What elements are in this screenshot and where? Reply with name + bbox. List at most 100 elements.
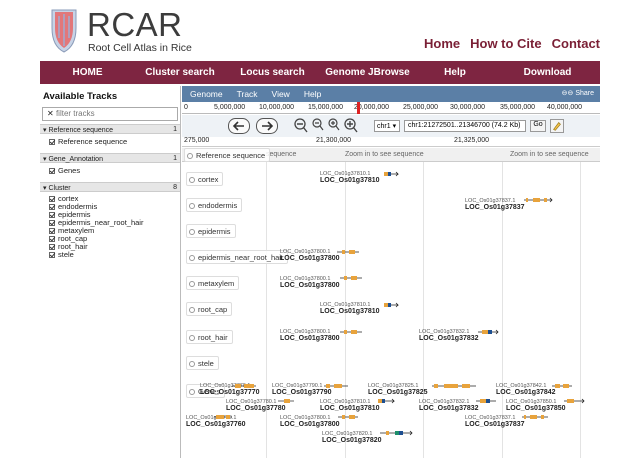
browser-menubar: Genome Track View Help ⊖⊖ Share [182, 86, 600, 102]
gene-feature[interactable]: LOC_Os01g37832.1 LOC_Os01g37832 [419, 329, 479, 343]
checkbox-icon[interactable] [49, 252, 55, 258]
track-label-endodermis[interactable]: endodermis [186, 198, 243, 212]
gene-glyph[interactable] [340, 275, 364, 281]
category-gene-annotation[interactable]: ▾ Gene_Annotation 1 [40, 153, 180, 163]
gene-glyph[interactable] [337, 249, 361, 255]
gene-feature[interactable]: LOC_Os01g37780.1 LOC_Os01g37780 [226, 399, 286, 413]
zoom-message: Zoom in to see sequence [345, 151, 424, 158]
track-option-genes[interactable]: Genes [40, 167, 180, 175]
gene-glyph[interactable] [476, 398, 498, 404]
overview-tick: 0 [184, 104, 188, 111]
checkbox-icon[interactable] [49, 168, 55, 174]
overview-tick: 30,000,000 [450, 104, 486, 111]
gene-feature[interactable]: LOC_Os01g37800.1 LOC_Os01g37800 [280, 329, 340, 343]
main-nav: HOME Cluster search Locus search Genome … [40, 61, 600, 84]
category-reference-sequence[interactable]: ▾ Reference sequence 1 [40, 124, 180, 134]
menu-help[interactable]: Help [304, 89, 321, 99]
menu-track[interactable]: Track [237, 89, 258, 99]
zoom-in-large-icon[interactable] [344, 118, 358, 134]
track-option-reference-sequence[interactable]: Reference sequence [40, 138, 180, 146]
how-to-cite-link[interactable]: How to Cite [470, 36, 542, 51]
zoom-out-large-icon[interactable] [294, 118, 308, 134]
checkbox-icon[interactable] [49, 196, 55, 202]
checkbox-icon[interactable] [49, 139, 55, 145]
checkbox-icon[interactable] [49, 236, 55, 242]
gene-feature[interactable]: LOC_Os01g37820.1 LOC_Os01g37820 [322, 431, 382, 445]
gene-glyph[interactable] [380, 430, 414, 436]
overview-tick: 40,000,000 [547, 104, 583, 111]
track-label-root-cap[interactable]: root_cap [186, 302, 233, 316]
zoom-message: sequence [266, 151, 297, 158]
pan-left-icon[interactable] [228, 118, 250, 134]
gene-feature[interactable]: LOC_Os01g37842.1 LOC_Os01g37842 [496, 383, 556, 397]
chromosome-select[interactable]: chr1 ▾ [374, 120, 400, 132]
track-label-epidermis[interactable]: epidermis [186, 224, 236, 238]
gene-feature[interactable]: LOC_Os01g37800.1 LOC_Os01g37800 [280, 249, 340, 263]
contact-link[interactable]: Contact [552, 36, 600, 51]
gene-glyph[interactable] [324, 383, 350, 389]
gene-glyph[interactable] [432, 383, 478, 389]
nav-locus-search[interactable]: Locus search [225, 67, 320, 78]
checkbox-icon[interactable] [49, 220, 55, 226]
chevron-down-icon: ▾ [392, 123, 397, 130]
gene-feature[interactable]: LOC_Os01g37832.1 LOC_Os01g37832 [419, 399, 479, 413]
gene-glyph[interactable] [214, 414, 234, 420]
zoom-in-icon[interactable] [328, 118, 340, 132]
track-label-cortex[interactable]: cortex [186, 172, 224, 186]
track-label-root-hair[interactable]: root_hair [186, 330, 233, 344]
reference-sequence-track: sequence Zoom in to see sequence Zoom in… [182, 148, 600, 162]
gene-feature[interactable]: LOC_Os01g37810.1 LOC_Os01g37810 [320, 399, 380, 413]
overview-scale[interactable]: 0 5,000,000 10,000,000 15,000,000 20,000… [182, 102, 600, 114]
overview-tick: 35,000,000 [500, 104, 536, 111]
nav-genome-jbrowse[interactable]: Genome JBrowse [320, 67, 415, 78]
gene-feature[interactable]: LOC_Os01g37800.1 LOC_Os01g37800 [280, 415, 340, 429]
zoom-out-icon[interactable] [312, 118, 324, 132]
nav-home[interactable]: HOME [40, 67, 135, 78]
menu-view[interactable]: View [272, 89, 290, 99]
track-label-metaxylem[interactable]: metaxylem [186, 276, 240, 290]
gene-glyph[interactable] [384, 302, 400, 308]
location-input[interactable]: chr1:21272501..21346700 (74.2 Kb) [404, 120, 526, 132]
track-option-stele[interactable]: stele [40, 251, 180, 259]
share-button[interactable]: ⊖⊖ Share [562, 89, 594, 97]
gene-glyph[interactable] [564, 398, 586, 404]
home-link[interactable]: Home [424, 36, 460, 51]
checkbox-icon[interactable] [49, 244, 55, 250]
gene-glyph[interactable] [378, 398, 396, 404]
nav-help[interactable]: Help [415, 67, 495, 78]
checkbox-icon[interactable] [49, 228, 55, 234]
track-label-reference-sequence[interactable]: Reference sequence [184, 148, 271, 162]
nav-cluster-search[interactable]: Cluster search [135, 67, 225, 78]
gene-feature[interactable]: LOC_Os01g37800.1 LOC_Os01g37800 [280, 276, 340, 290]
gene-glyph[interactable] [278, 398, 296, 404]
gene-glyph[interactable] [552, 383, 574, 389]
filter-tracks-input[interactable]: ✕ filter tracks [42, 107, 178, 121]
clear-filter-icon[interactable]: ✕ [47, 109, 54, 118]
gene-feature[interactable]: LOC_Os01g37837.1 LOC_Os01g37837 [465, 198, 525, 212]
gene-glyph[interactable] [338, 414, 360, 420]
gene-glyph[interactable] [478, 329, 500, 335]
track-label-stele[interactable]: stele [186, 356, 219, 370]
gene-glyph[interactable] [524, 197, 554, 203]
gene-feature[interactable]: LOC_Os01g37850.1 LOC_Os01g37850 [506, 399, 566, 413]
overview-position-marker[interactable] [357, 102, 360, 114]
gene-glyph[interactable] [232, 383, 258, 389]
gene-feature[interactable]: LOC_Os01g37810.1 LOC_Os01g37810 [320, 302, 380, 316]
menu-genome[interactable]: Genome [190, 89, 223, 99]
checkbox-icon[interactable] [49, 204, 55, 210]
go-button[interactable]: Go [530, 120, 546, 132]
gene-glyph[interactable] [340, 329, 364, 335]
checkbox-icon[interactable] [49, 212, 55, 218]
nav-download[interactable]: Download [495, 67, 600, 78]
track-label-epidermis-near-root-hair[interactable]: epidermis_near_root_hair [186, 250, 289, 264]
gene-glyph[interactable] [522, 414, 550, 420]
gene-feature[interactable]: LOC_Os01g37790.1 LOC_Os01g37790 [272, 383, 332, 397]
category-cluster[interactable]: ▾ Cluster 8 [40, 182, 180, 192]
overview-tick: 15,000,000 [308, 104, 344, 111]
gene-feature[interactable]: LOC_Os01g37837.1 LOC_Os01g37837 [465, 415, 525, 429]
gene-feature[interactable]: LOC_Os01g37825.1 LOC_Os01g37825 [368, 383, 428, 397]
gene-glyph[interactable] [384, 171, 400, 177]
gene-feature[interactable]: LOC_Os01g37810.1 LOC_Os01g37810 [320, 171, 380, 185]
pan-right-icon[interactable] [256, 118, 278, 134]
highlight-icon[interactable] [550, 119, 564, 133]
